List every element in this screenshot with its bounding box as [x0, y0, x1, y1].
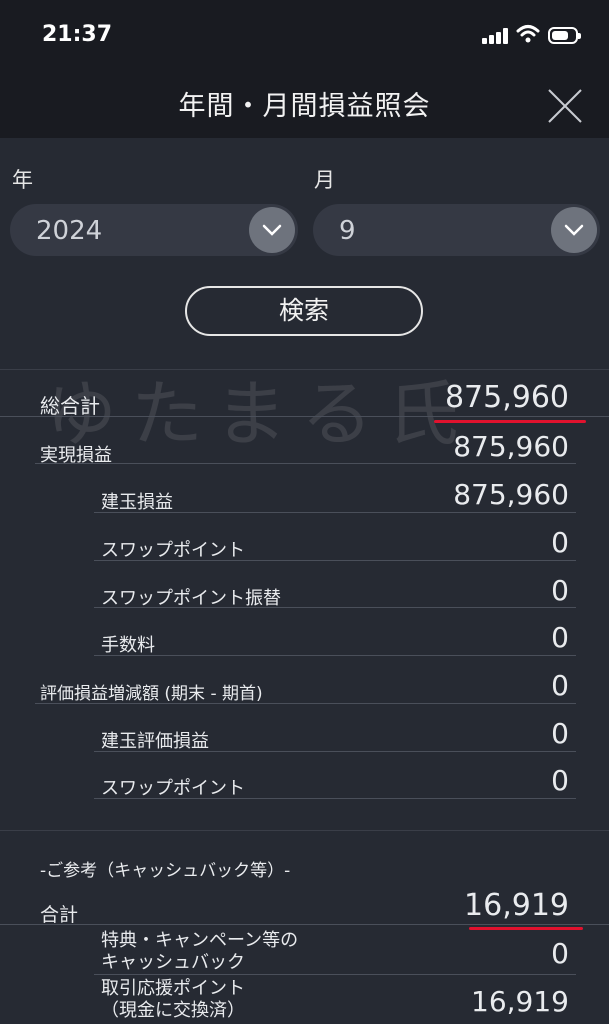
position-pl-value: 875,960 — [453, 478, 569, 511]
wifi-icon — [516, 25, 540, 43]
signal-icon — [482, 28, 512, 44]
highlight-underline — [469, 927, 583, 930]
highlight-underline — [434, 420, 586, 423]
title-bar: 年間・月間損益照会 — [0, 66, 609, 138]
row-divider — [0, 416, 609, 417]
total-value: 875,960 — [444, 380, 569, 415]
row-divider — [94, 974, 576, 975]
close-icon[interactable] — [545, 86, 585, 126]
row-divider — [35, 463, 576, 464]
campaign-label-line2: キャッシュバック — [101, 952, 245, 973]
position-valuation-label: 建玉評価損益 — [101, 731, 209, 752]
row-divider — [94, 560, 576, 561]
row-divider — [35, 703, 576, 704]
month-value: 9 — [339, 216, 356, 246]
position-valuation-value: 0 — [551, 717, 569, 750]
points-label: 取引応援ポイント （現金に交換済） — [101, 978, 245, 1022]
row-divider — [94, 655, 576, 656]
points-label-line2: （現金に交換済） — [101, 1000, 245, 1021]
section-divider — [0, 830, 609, 831]
points-value: 16,919 — [471, 985, 569, 1018]
swap-label: スワップポイント — [101, 540, 245, 561]
swap-value: 0 — [551, 526, 569, 559]
fee-value: 0 — [551, 621, 569, 654]
row-divider — [94, 751, 576, 752]
row-divider — [94, 798, 576, 799]
year-value: 2024 — [36, 216, 103, 246]
valuation-change-label: 評価損益増減額 (期末 - 期首) — [40, 684, 263, 704]
chevron-down-icon[interactable] — [551, 207, 597, 253]
position-pl-label: 建玉損益 — [101, 492, 173, 513]
valuation-change-value: 0 — [551, 669, 569, 702]
total-label: 総合計 — [40, 394, 100, 418]
reference-total-label: 合計 — [40, 904, 79, 926]
row-divider — [94, 512, 576, 513]
realized-value: 875,960 — [453, 430, 569, 463]
reference-total-value: 16,919 — [464, 888, 569, 923]
chevron-down-icon[interactable] — [249, 207, 295, 253]
swap2-value: 0 — [551, 764, 569, 797]
fee-label: 手数料 — [101, 635, 155, 656]
campaign-value: 0 — [551, 937, 569, 970]
status-bar: 21:37 — [0, 0, 609, 66]
year-label: 年 — [12, 168, 33, 192]
swap-transfer-value: 0 — [551, 574, 569, 607]
row-divider — [94, 607, 576, 608]
month-label: 月 — [314, 168, 335, 192]
page-title: 年間・月間損益照会 — [178, 91, 431, 122]
points-label-line1: 取引応援ポイント — [101, 978, 245, 999]
status-time: 21:37 — [42, 22, 113, 47]
campaign-label: 特典・キャンペーン等の キャッシュバック — [101, 930, 298, 974]
year-select[interactable]: 2024 — [10, 204, 298, 256]
row-divider — [0, 924, 609, 925]
reference-heading: -ご参考（キャッシュバック等）- — [40, 861, 291, 881]
campaign-label-line1: 特典・キャンペーン等の — [101, 930, 299, 951]
search-button[interactable]: 検索 — [185, 286, 423, 336]
swap2-label: スワップポイント — [101, 778, 245, 799]
month-select[interactable]: 9 — [313, 204, 600, 256]
battery-icon — [548, 27, 581, 44]
